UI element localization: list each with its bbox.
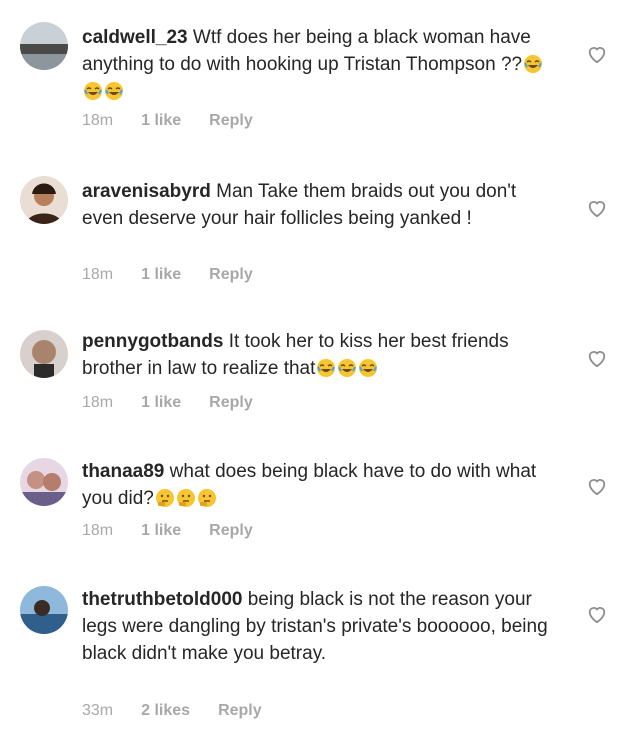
reply-button[interactable]: Reply xyxy=(209,112,253,130)
thinking-face-icon xyxy=(155,488,175,508)
avatar[interactable] xyxy=(20,586,68,634)
comment-username[interactable]: caldwell_23 xyxy=(82,27,188,48)
heart-outline-icon[interactable] xyxy=(586,198,608,218)
comment-time: 18m xyxy=(82,266,114,283)
avatar[interactable] xyxy=(20,176,68,224)
comment-meta: 33m 2 likes Reply xyxy=(82,702,262,720)
comment-time: 33m xyxy=(82,702,114,719)
comment-username[interactable]: pennygotbands xyxy=(82,331,223,352)
reply-button[interactable]: Reply xyxy=(218,702,262,720)
comment-likes[interactable]: 1 like xyxy=(141,394,181,412)
avatar[interactable] xyxy=(20,458,68,506)
heart-outline-icon[interactable] xyxy=(586,604,608,624)
comment-meta: 18m 1 like Reply xyxy=(82,266,253,284)
comment-likes[interactable]: 2 likes xyxy=(141,702,190,720)
comment-time: 18m xyxy=(82,112,114,129)
comment-meta: 18m 1 like Reply xyxy=(82,394,253,412)
comment-time: 18m xyxy=(82,394,114,411)
emoji-group xyxy=(315,358,378,379)
reply-button[interactable]: Reply xyxy=(209,522,253,540)
comment-body: thetruthbetold000 being black is not the… xyxy=(82,586,552,667)
heart-outline-icon[interactable] xyxy=(586,476,608,496)
comment-body: caldwell_23 Wtf does her being a black w… xyxy=(82,24,552,105)
comment-body: aravenisabyrd Man Take them braids out y… xyxy=(82,178,552,232)
reply-button[interactable]: Reply xyxy=(209,394,253,412)
comment-body: pennygotbands It took her to kiss her be… xyxy=(82,328,552,382)
thinking-face-icon xyxy=(176,488,196,508)
comment-likes[interactable]: 1 like xyxy=(141,112,181,130)
avatar[interactable] xyxy=(20,330,68,378)
face-with-tears-of-joy-icon xyxy=(523,54,543,74)
face-with-tears-of-joy-icon xyxy=(104,81,124,101)
comment-likes[interactable]: 1 like xyxy=(141,266,181,284)
comment-meta: 18m 1 like Reply xyxy=(82,112,253,130)
face-with-tears-of-joy-icon xyxy=(358,358,378,378)
comment-meta: 18m 1 like Reply xyxy=(82,522,253,540)
comment-body: thanaa89 what does being black have to d… xyxy=(82,458,552,512)
comment-username[interactable]: aravenisabyrd xyxy=(82,181,211,202)
face-with-tears-of-joy-icon xyxy=(83,81,103,101)
comment-likes[interactable]: 1 like xyxy=(141,522,181,540)
avatar[interactable] xyxy=(20,22,68,70)
comment-username[interactable]: thanaa89 xyxy=(82,461,164,482)
comment-username[interactable]: thetruthbetold000 xyxy=(82,589,242,610)
face-with-tears-of-joy-icon xyxy=(316,358,336,378)
heart-outline-icon[interactable] xyxy=(586,44,608,64)
emoji-group xyxy=(154,488,217,509)
thinking-face-icon xyxy=(197,488,217,508)
heart-outline-icon[interactable] xyxy=(586,348,608,368)
comment-time: 18m xyxy=(82,522,114,539)
reply-button[interactable]: Reply xyxy=(209,266,253,284)
face-with-tears-of-joy-icon xyxy=(337,358,357,378)
